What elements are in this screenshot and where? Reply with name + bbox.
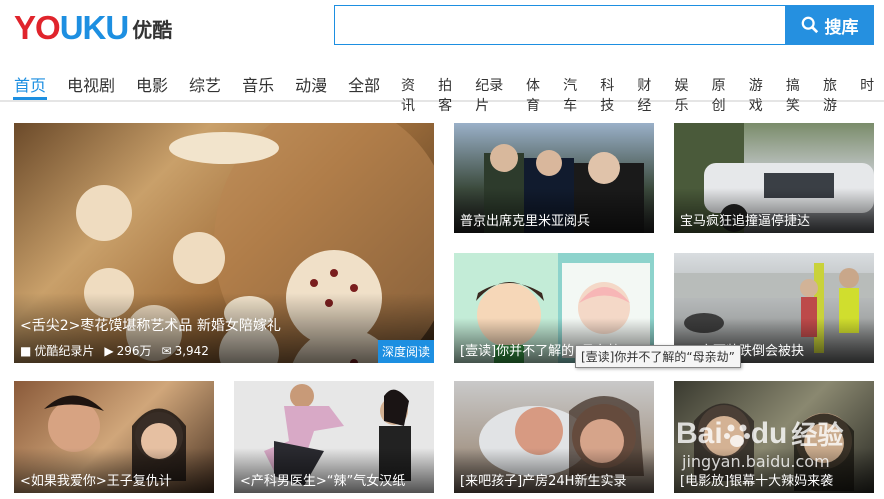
nav-active-indicator [13, 97, 47, 100]
comment-icon: ✉ [161, 343, 172, 358]
watermark-text: Bai [676, 416, 723, 450]
nav-sub-item[interactable]: 时 [860, 75, 874, 115]
logo-wordmark: YOUKU [14, 9, 129, 47]
paw-icon [723, 424, 750, 447]
comment-count-value: 3,942 [174, 343, 209, 358]
baidu-jingyan-watermark: Bai du 经验 jingyan.baidu.com [676, 415, 876, 472]
video-tile[interactable]: [来吧孩子]产房24H新生实录 [454, 381, 654, 493]
logo-letter: Y [14, 9, 36, 46]
nav-sub: 资讯 拍客 纪录片 体育 汽车 科技 财经 娱乐 原创 游戏 搞笑 旅游 时 [401, 75, 884, 115]
logo-chinese: 优酷 [132, 17, 173, 42]
nav-item-movie[interactable]: 电影 [136, 72, 168, 96]
nav-sub-item[interactable]: 娱乐 [674, 75, 701, 115]
watermark-logo: Bai du 经验 [676, 415, 876, 452]
watermark-text: du [750, 416, 788, 450]
video-title: 宝马疯狂追撞逼停捷达 [680, 214, 811, 229]
featured-title: <舌尖2>枣花馍堪称艺术品 新婚女陪嫁礼 [20, 318, 281, 334]
nav-sub-item[interactable]: 旅游 [823, 75, 850, 115]
featured-video-tile[interactable]: <舌尖2>枣花馍堪称艺术品 新婚女陪嫁礼 ■ 优酷纪录片 ▶ 296万 ✉ 3,942… [14, 123, 434, 363]
video-tile[interactable]: 宝马疯狂追撞逼停捷达 [674, 123, 874, 233]
nav-sub-item[interactable]: 汽车 [563, 75, 590, 115]
user-icon: ■ [20, 343, 32, 358]
channel-nav: 首页 电视剧 电影 综艺 音乐 动漫 全部 资讯 拍客 纪录片 体育 汽车 科技… [0, 56, 884, 114]
nav-item-music[interactable]: 音乐 [242, 72, 274, 96]
nav-sub-item[interactable]: 游戏 [749, 75, 776, 115]
nav-sub-item[interactable]: 纪录片 [475, 75, 516, 115]
video-tile[interactable]: <产科男医生>“辣”气女汉纸 [234, 381, 434, 493]
video-title: <产科男医生>“辣”气女汉纸 [240, 474, 406, 489]
play-count: ▶ 296万 [104, 342, 151, 359]
nav-sub-item[interactable]: 拍客 [438, 75, 465, 115]
play-count-value: 296万 [116, 344, 152, 358]
logo-letter: U [59, 9, 84, 46]
nav-item-variety[interactable]: 综艺 [189, 72, 221, 96]
nav-sub-item[interactable]: 资讯 [401, 75, 428, 115]
youku-logo[interactable]: YOUKU 优酷 [14, 8, 172, 48]
logo-letter: K [82, 9, 107, 46]
nav-sub-item[interactable]: 财经 [637, 75, 664, 115]
featured-stats: ■ 优酷纪录片 ▶ 296万 ✉ 3,942 [20, 342, 209, 359]
logo-letter: O [35, 9, 61, 46]
video-title: [电影放]银幕十大辣妈来袭 [680, 474, 834, 489]
watermark-text: 经验 [791, 420, 844, 450]
deep-read-badge[interactable]: 深度阅读 [377, 340, 434, 363]
nav-sub-item[interactable]: 原创 [712, 75, 739, 115]
play-icon: ▶ [104, 343, 114, 358]
channel-name: 优酷纪录片 [34, 344, 95, 358]
video-title: [来吧孩子]产房24H新生实录 [460, 474, 627, 489]
video-title: <如果我爱你>王子复仇计 [20, 474, 172, 489]
search-button[interactable]: 搜库 [785, 5, 874, 45]
channel-info: ■ 优酷纪录片 [20, 342, 94, 359]
nav-sub-item[interactable]: 科技 [600, 75, 627, 115]
comment-count: ✉ 3,942 [162, 344, 209, 358]
search-input[interactable] [334, 5, 786, 45]
nav-sub-item[interactable]: 体育 [526, 75, 553, 115]
nav-item-all[interactable]: 全部 [348, 72, 380, 96]
video-tile[interactable]: 普京出席克里米亚阅兵 [454, 123, 654, 233]
nav-main: 首页 电视剧 电影 综艺 音乐 动漫 全部 [14, 72, 401, 96]
video-tile[interactable]: <如果我爱你>王子复仇计 [14, 381, 214, 493]
watermark-url: jingyan.baidu.com [682, 452, 830, 471]
search-icon [801, 16, 818, 34]
header: YOUKU 优酷 搜库 [0, 0, 884, 56]
nav-item-tv[interactable]: 电视剧 [67, 72, 115, 96]
search-button-label: 搜库 [824, 17, 859, 38]
nav-item-home[interactable]: 首页 [14, 72, 46, 96]
logo-letter: U [105, 9, 129, 46]
video-title: 普京出席克里米亚阅兵 [460, 214, 591, 229]
nav-item-anime[interactable]: 动漫 [295, 72, 327, 96]
hover-tooltip: [壹读]你并不了解的“母亲劫” [575, 345, 741, 368]
nav-sub-item[interactable]: 搞笑 [786, 75, 813, 115]
